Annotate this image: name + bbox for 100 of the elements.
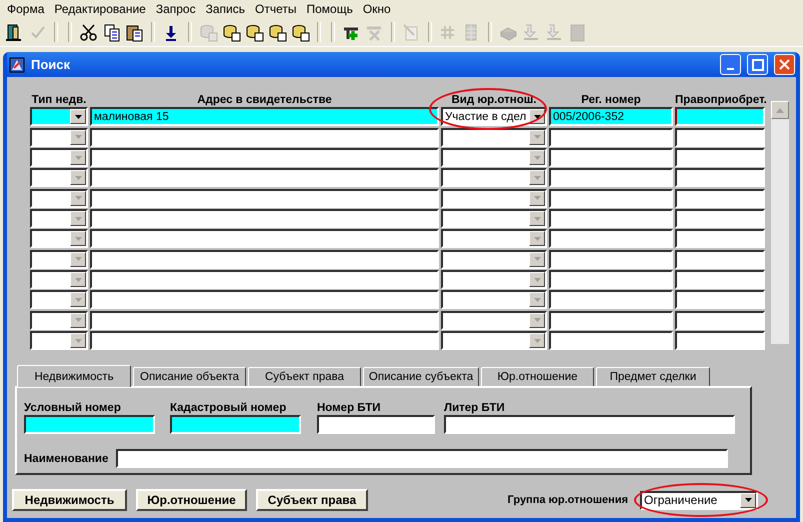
action-button[interactable]: Юр.отношение	[136, 489, 247, 512]
tab[interactable]: Юр.отношение	[481, 367, 594, 386]
scissors-icon[interactable]	[79, 22, 98, 42]
caret-icon	[534, 318, 540, 322]
table-cell[interactable]	[90, 331, 439, 350]
dropdown[interactable]: Участие в сдел	[441, 107, 547, 126]
table-cell[interactable]	[90, 168, 439, 188]
dropdown[interactable]	[441, 290, 547, 310]
menu-item[interactable]: Отчеты	[250, 2, 302, 16]
database-icon[interactable]	[268, 22, 287, 42]
caret-icon	[534, 278, 540, 282]
dropdown[interactable]	[30, 107, 88, 126]
table-cell[interactable]	[90, 270, 439, 290]
dropdown[interactable]	[30, 229, 88, 248]
minimize-button[interactable]	[720, 54, 741, 75]
table-cell[interactable]	[675, 128, 765, 147]
dropdown[interactable]	[441, 310, 547, 330]
table-cell[interactable]: малиновая 15	[90, 107, 439, 126]
dropdown[interactable]	[30, 250, 88, 269]
input-field[interactable]	[170, 415, 301, 434]
table-cell[interactable]	[549, 310, 673, 330]
menu-item[interactable]: Форма	[2, 2, 50, 16]
dropdown[interactable]	[30, 128, 88, 147]
table-cell[interactable]	[675, 229, 765, 248]
table-cell[interactable]	[675, 290, 765, 310]
dropdown[interactable]	[441, 250, 547, 269]
table-cell[interactable]	[549, 168, 673, 188]
menu-item[interactable]: Запрос	[150, 2, 201, 16]
table-cell[interactable]	[90, 148, 439, 168]
table-cell[interactable]	[90, 209, 439, 228]
table-cell[interactable]: 005/2006-352	[549, 107, 673, 126]
table-cell[interactable]	[549, 331, 673, 350]
table-cell[interactable]	[90, 128, 439, 147]
dropdown[interactable]	[30, 270, 88, 290]
menu-item[interactable]: Редактирование	[49, 2, 151, 16]
input-field[interactable]	[317, 415, 435, 434]
table-cell[interactable]	[675, 107, 765, 126]
dropdown[interactable]	[30, 148, 88, 168]
table-cell[interactable]	[675, 250, 765, 269]
table-cell[interactable]	[675, 270, 765, 290]
table-cell[interactable]	[549, 229, 673, 248]
table-cell[interactable]	[675, 209, 765, 228]
dropdown[interactable]	[441, 270, 547, 290]
dropdown[interactable]	[441, 168, 547, 188]
scrollbar[interactable]	[771, 101, 789, 344]
action-button[interactable]: Недвижимость	[12, 489, 127, 512]
paste-icon[interactable]	[125, 22, 144, 42]
table-cell[interactable]	[549, 209, 673, 228]
menu-item[interactable]: Запись	[200, 2, 250, 16]
input-field[interactable]	[116, 449, 728, 468]
table-cell[interactable]	[675, 168, 765, 188]
table-cell[interactable]	[675, 310, 765, 330]
database-icon[interactable]	[222, 22, 241, 42]
table-cell[interactable]	[675, 188, 765, 208]
tab[interactable]: Описание субъекта	[363, 367, 479, 386]
dropdown[interactable]	[441, 229, 547, 248]
table-cell[interactable]	[549, 250, 673, 269]
table-cell[interactable]	[90, 229, 439, 248]
close-button[interactable]	[774, 54, 795, 75]
database-icon[interactable]	[291, 22, 310, 42]
dropdown[interactable]: Ограничение	[640, 490, 758, 510]
table-cell[interactable]	[90, 310, 439, 330]
table-cell[interactable]	[549, 270, 673, 290]
door-icon[interactable]	[5, 22, 24, 42]
menu-item[interactable]: Помощь	[301, 2, 358, 16]
table-cell[interactable]	[549, 128, 673, 147]
tab[interactable]: Субъект права	[248, 367, 361, 386]
dropdown[interactable]	[441, 209, 547, 228]
table-cell[interactable]	[549, 188, 673, 208]
dropdown[interactable]	[30, 209, 88, 228]
tab[interactable]: Недвижимость	[17, 365, 131, 388]
dropdown[interactable]	[30, 290, 88, 310]
action-button[interactable]: Субъект права	[256, 489, 368, 512]
maximize-button[interactable]	[747, 54, 768, 75]
table-cell[interactable]	[675, 148, 765, 168]
tab[interactable]: Описание объекта	[133, 367, 246, 386]
input-field[interactable]	[24, 415, 155, 434]
table-cell[interactable]	[549, 148, 673, 168]
column-header: Правоприобрет.	[675, 94, 767, 106]
caret-icon	[74, 338, 82, 343]
table-cell[interactable]	[90, 250, 439, 269]
dropdown[interactable]	[441, 128, 547, 147]
table-cell[interactable]	[90, 188, 439, 208]
caret-icon	[534, 257, 540, 262]
dropdown[interactable]	[30, 310, 88, 330]
dropdown[interactable]	[30, 188, 88, 208]
dropdown[interactable]	[441, 188, 547, 208]
input-field[interactable]	[444, 415, 735, 434]
database-icon[interactable]	[245, 22, 264, 42]
caret-icon	[534, 216, 540, 221]
dropdown[interactable]	[30, 168, 88, 188]
dropdown[interactable]	[30, 331, 88, 350]
menu-item[interactable]: Окно	[358, 2, 396, 16]
tab[interactable]: Предмет сделки	[596, 367, 710, 386]
dropdown[interactable]	[441, 148, 547, 168]
dropdown[interactable]	[441, 331, 547, 350]
table-cell[interactable]	[549, 290, 673, 310]
copy-icon[interactable]	[102, 22, 121, 42]
table-cell[interactable]	[90, 290, 439, 310]
table-cell[interactable]	[675, 331, 765, 350]
